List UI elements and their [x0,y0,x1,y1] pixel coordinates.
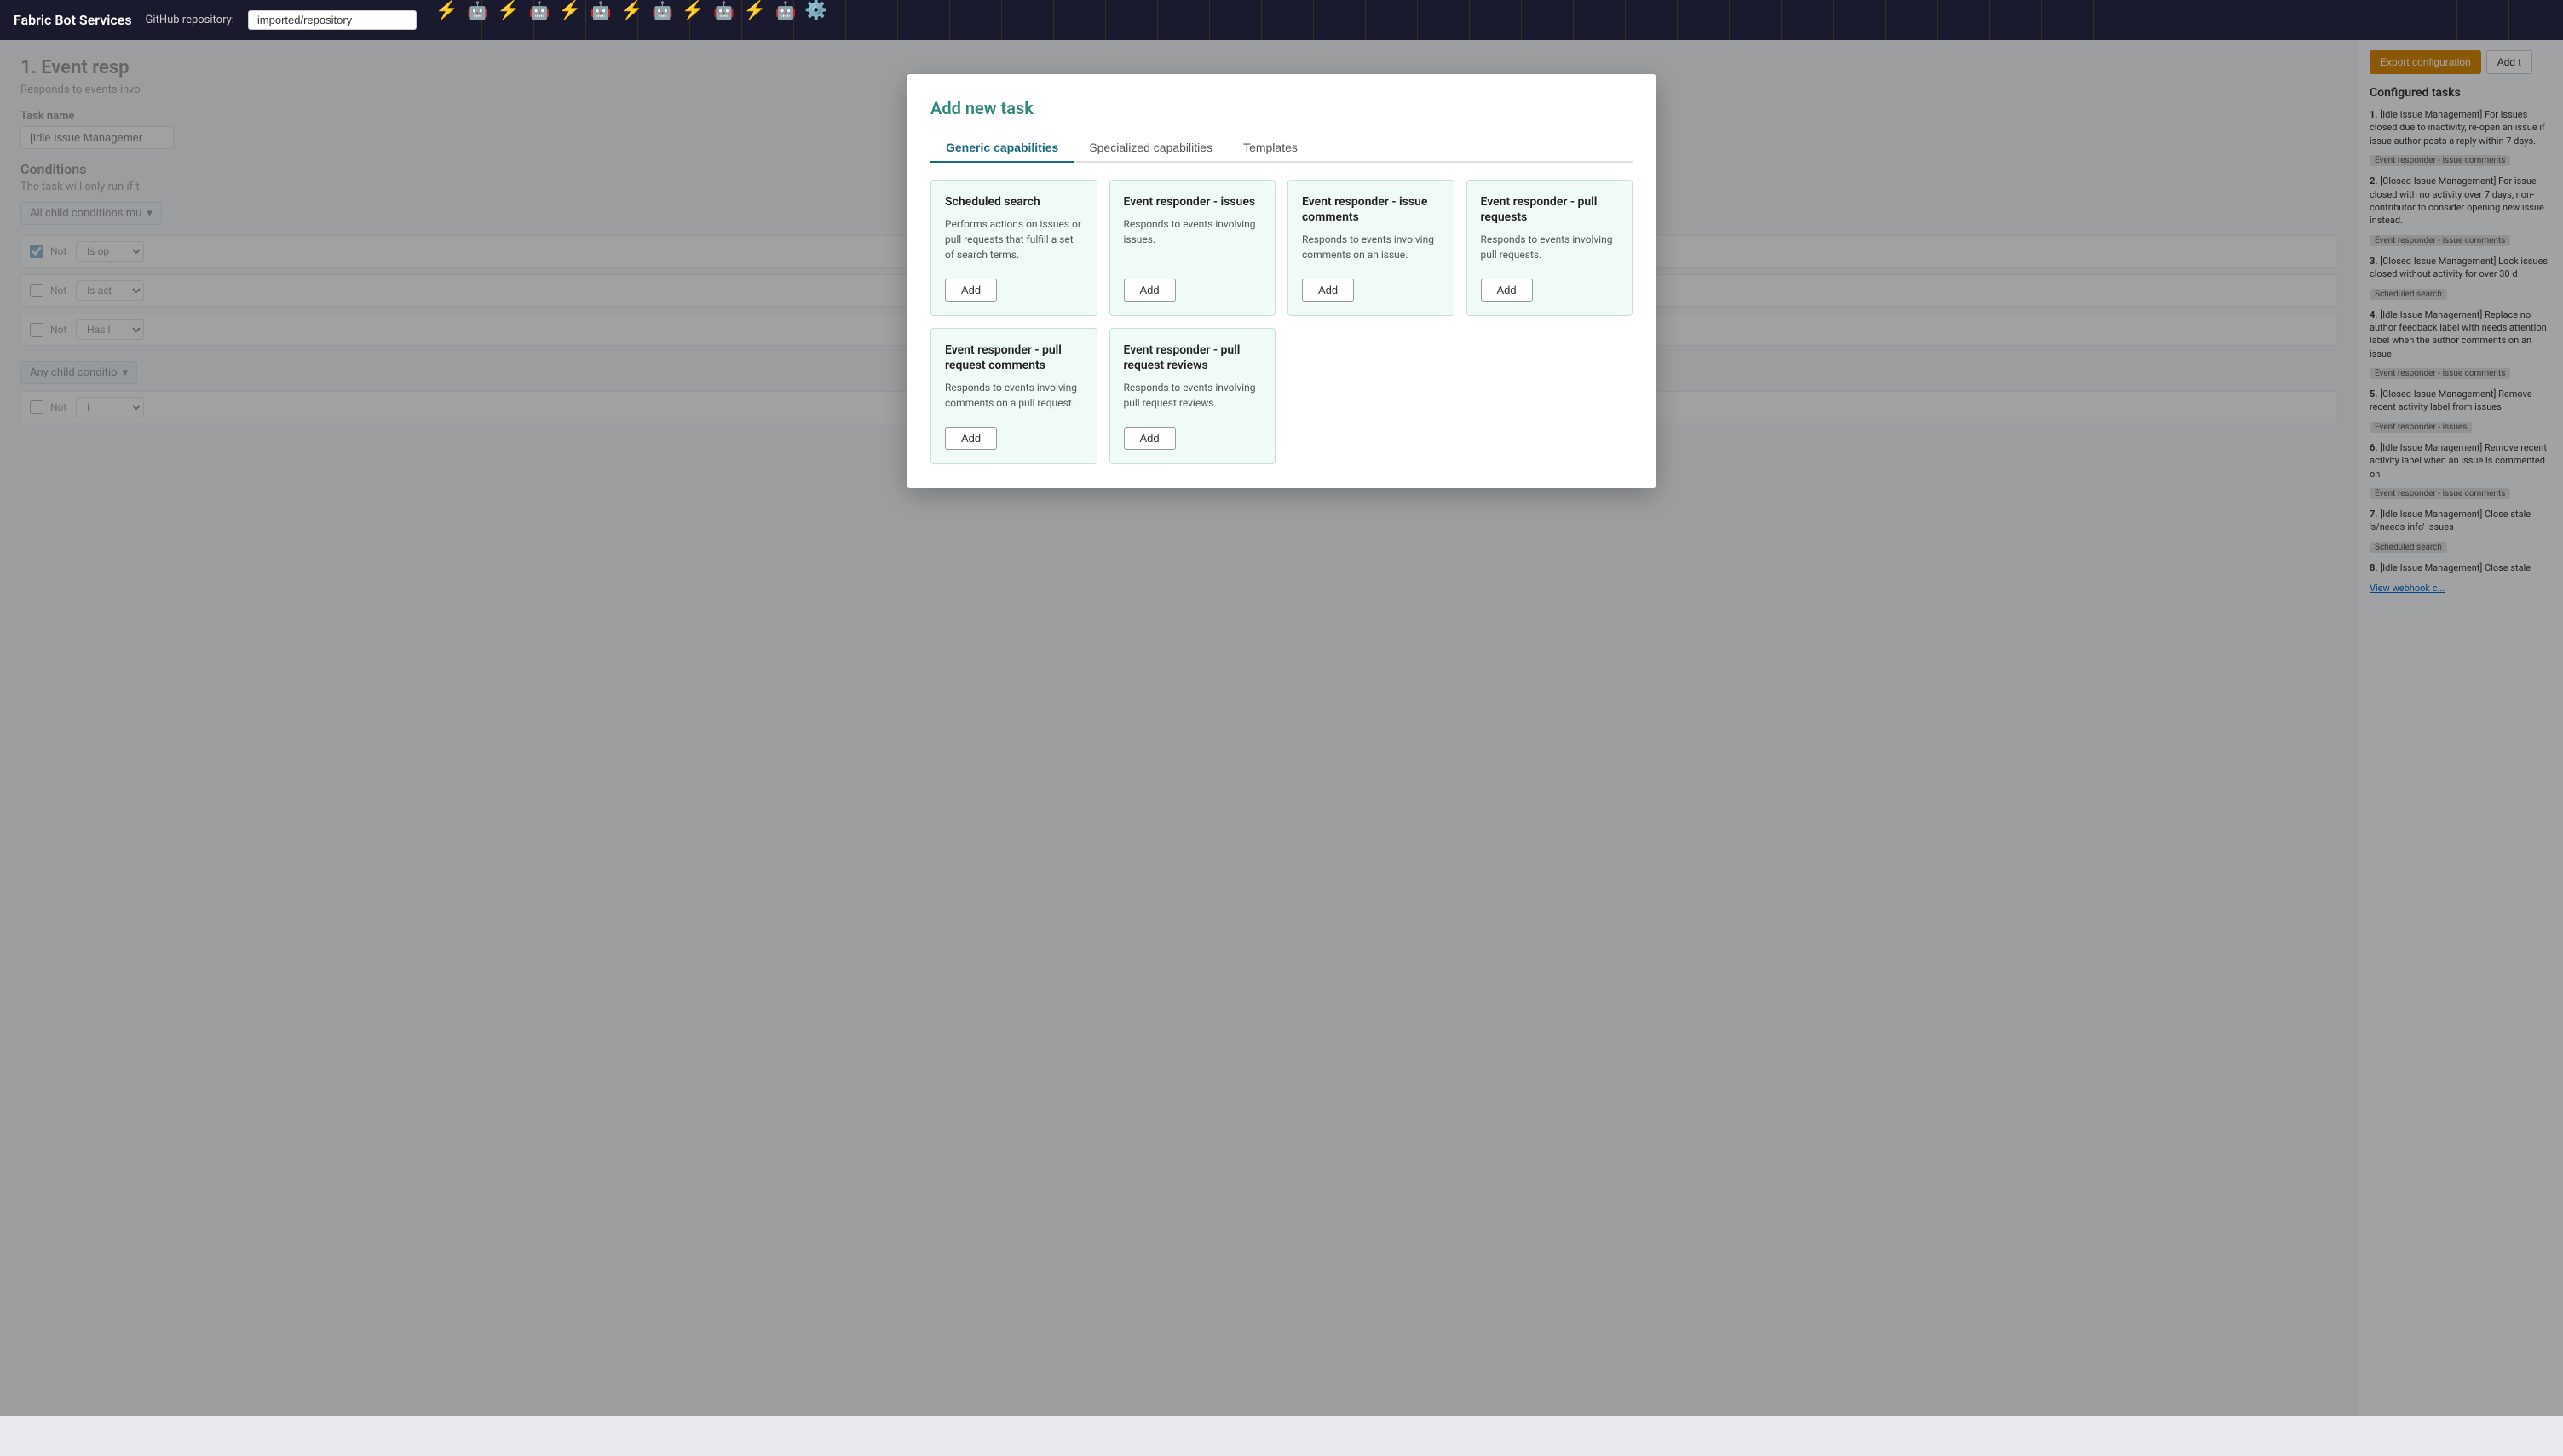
card-desc: Responds to events involving comments on… [945,380,1083,411]
card-add-button-3[interactable]: Add [1481,279,1533,302]
card-5: Event responder - pull request reviews R… [1109,328,1276,464]
card-add-button-4[interactable]: Add [945,427,997,450]
card-title: Scheduled search [945,194,1083,210]
card-1: Event responder - issues Responds to eve… [1109,180,1276,316]
card-add-button-1[interactable]: Add [1124,279,1176,302]
card-title: Event responder - issues [1124,194,1262,210]
header: Fabric Bot Services GitHub repository: ⚡… [0,0,2563,40]
tab-specialized-capabilities[interactable]: Specialized capabilities [1074,134,1228,163]
card-add-button-2[interactable]: Add [1302,279,1354,302]
card-0: Scheduled search Performs actions on iss… [930,180,1097,316]
repo-label: GitHub repository: [146,14,234,26]
brand-title: Fabric Bot Services [14,12,132,28]
modal-title: Add new task [930,98,1633,118]
card-3: Event responder - pull requests Responds… [1466,180,1633,316]
card-title: Event responder - pull request comments [945,342,1083,373]
card-desc: Responds to events involving pull reques… [1124,380,1262,411]
modal-overlay: Add new task Generic capabilitiesSpecial… [0,40,2563,1416]
header-decor: ⚡ 🤖 ⚡ 🤖 ⚡ 🤖 ⚡ 🤖 ⚡ 🤖 ⚡ 🤖 ⚙️ [430,0,2549,40]
tab-generic-capabilities[interactable]: Generic capabilities [930,134,1074,163]
card-title: Event responder - pull request reviews [1124,342,1262,373]
tab-templates[interactable]: Templates [1228,134,1313,163]
card-2: Event responder - issue comments Respond… [1287,180,1454,316]
card-title: Event responder - issue comments [1302,194,1440,225]
card-add-button-5[interactable]: Add [1124,427,1176,450]
modal-tabs: Generic capabilitiesSpecialized capabili… [930,134,1633,163]
card-4: Event responder - pull request comments … [930,328,1097,464]
cards-grid: Scheduled search Performs actions on iss… [930,180,1633,464]
add-new-task-modal: Add new task Generic capabilitiesSpecial… [907,74,1656,488]
card-desc: Responds to events involving comments on… [1302,232,1440,262]
repo-input[interactable] [248,10,417,30]
card-desc: Responds to events involving pull reques… [1481,232,1619,262]
card-desc: Performs actions on issues or pull reque… [945,216,1083,262]
card-add-button-0[interactable]: Add [945,279,997,302]
card-desc: Responds to events involving issues. [1124,216,1262,247]
card-title: Event responder - pull requests [1481,194,1619,225]
